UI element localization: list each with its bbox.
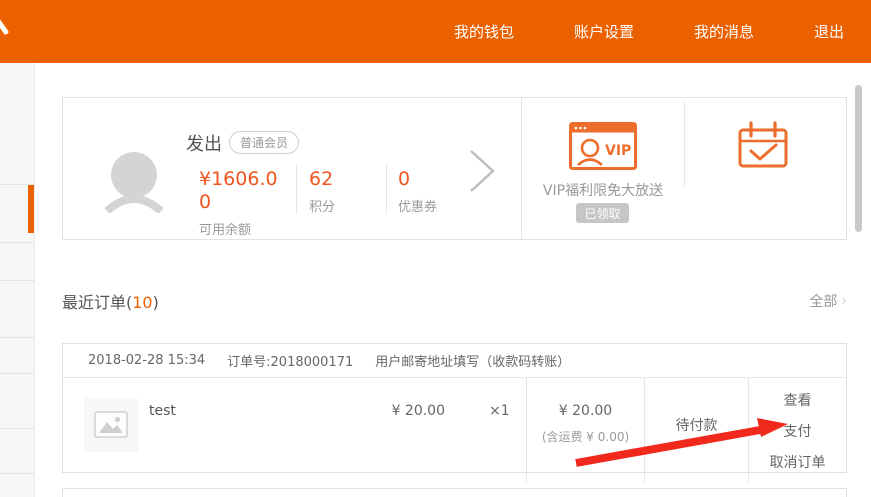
view-order-link[interactable]: 查看 — [749, 390, 846, 410]
sidebar-item[interactable] — [0, 373, 35, 374]
order-card: 2018-02-28 15:34 订单号:2018000171 用户邮寄地址填写… — [62, 343, 847, 473]
page: 我的钱包 账户设置 我的消息 退出 发出 普通会员 ¥1606.00 可用余额 — [0, 0, 871, 497]
image-placeholder-icon — [94, 411, 128, 439]
claimed-button[interactable]: 已领取 — [576, 203, 629, 223]
product-name[interactable]: test — [149, 403, 176, 419]
scrollbar-thumb[interactable] — [855, 85, 862, 232]
next-order-card-partial — [62, 488, 847, 497]
chevron-right-icon: › — [841, 293, 847, 309]
order-total-cell: ¥ 20.00 (含运费 ¥ 0.00) — [526, 378, 644, 483]
user-info-card: 发出 普通会员 ¥1606.00 可用余额 62 积分 0 优惠券 VIP — [62, 97, 847, 240]
order-note: 用户邮寄地址填写（收款码转账） — [375, 351, 570, 370]
section-title: 最近订单(10) — [62, 293, 159, 312]
nav-my-messages[interactable]: 我的消息 — [694, 21, 754, 42]
sidebar-active-indicator — [28, 185, 34, 233]
coupons-label: 优惠券 — [398, 196, 437, 215]
sidebar-item[interactable] — [0, 337, 35, 338]
product-unit-price: ¥ 20.00 — [363, 403, 445, 419]
section-title-suffix: ) — [153, 293, 159, 312]
divider — [684, 102, 685, 186]
member-level-badge: 普通会员 — [229, 131, 299, 154]
username: 发出 — [186, 130, 222, 156]
points-label: 积分 — [309, 196, 335, 215]
points-stat[interactable]: 62 积分 — [309, 168, 335, 215]
vip-promo-title: VIP福利限免大放送 — [522, 180, 684, 200]
product-quantity: ×1 — [489, 403, 510, 419]
view-all-link[interactable]: 全部› — [809, 291, 847, 311]
top-header: 我的钱包 账户设置 我的消息 退出 — [0, 0, 871, 63]
section-title-prefix: 最近订单( — [62, 293, 132, 312]
chevron-right-icon[interactable] — [467, 148, 497, 194]
svg-text:VIP: VIP — [605, 143, 631, 159]
pay-order-link[interactable]: 支付 — [749, 421, 846, 441]
checkin-calendar-icon[interactable] — [737, 120, 789, 170]
points-value: 62 — [309, 168, 335, 191]
coupons-stat[interactable]: 0 优惠券 — [398, 168, 437, 215]
order-datetime: 2018-02-28 15:34 — [88, 353, 205, 368]
avatar — [104, 149, 164, 213]
order-row: test ¥ 20.00 ×1 ¥ 20.00 (含运费 ¥ 0.00) 待付款… — [63, 378, 846, 473]
recent-orders-header: 最近订单(10) 全部› — [62, 289, 847, 311]
nav-my-wallet[interactable]: 我的钱包 — [454, 21, 514, 42]
view-all-label: 全部 — [809, 291, 837, 311]
divider — [386, 164, 387, 214]
divider — [521, 98, 522, 239]
nav-account-settings[interactable]: 账户设置 — [574, 21, 634, 42]
nav-logout[interactable]: 退出 — [814, 21, 844, 42]
cancel-order-link[interactable]: 取消订单 — [749, 452, 846, 472]
sidebar-item[interactable] — [0, 473, 35, 474]
shipping-note: (含运费 ¥ 0.00) — [527, 428, 644, 445]
sidebar-item[interactable] — [0, 242, 35, 243]
order-total: ¥ 20.00 — [527, 403, 644, 419]
order-number: 订单号:2018000171 — [227, 351, 353, 370]
balance-label: 可用余额 — [199, 219, 283, 238]
balance-stat[interactable]: ¥1606.00 可用余额 — [199, 168, 283, 238]
sidebar — [0, 63, 35, 497]
order-status: 待付款 — [676, 418, 718, 434]
order-count: 10 — [132, 293, 152, 312]
order-card-header: 2018-02-28 15:34 订单号:2018000171 用户邮寄地址填写… — [63, 344, 846, 378]
order-status-cell: 待付款 — [644, 378, 748, 483]
coupons-value: 0 — [398, 168, 437, 191]
product-thumbnail[interactable] — [84, 398, 138, 452]
vip-browser-icon: VIP — [569, 122, 637, 170]
top-nav: 我的钱包 账户设置 我的消息 退出 — [454, 0, 844, 63]
logo-fragment-icon — [0, 18, 9, 36]
balance-value: ¥1606.00 — [199, 168, 283, 214]
order-actions-cell: 查看 支付 取消订单 — [748, 378, 846, 483]
order-product-cell: test ¥ 20.00 ×1 — [63, 378, 526, 483]
sidebar-item[interactable] — [0, 280, 35, 281]
divider — [296, 164, 297, 214]
sidebar-item[interactable] — [0, 428, 35, 429]
